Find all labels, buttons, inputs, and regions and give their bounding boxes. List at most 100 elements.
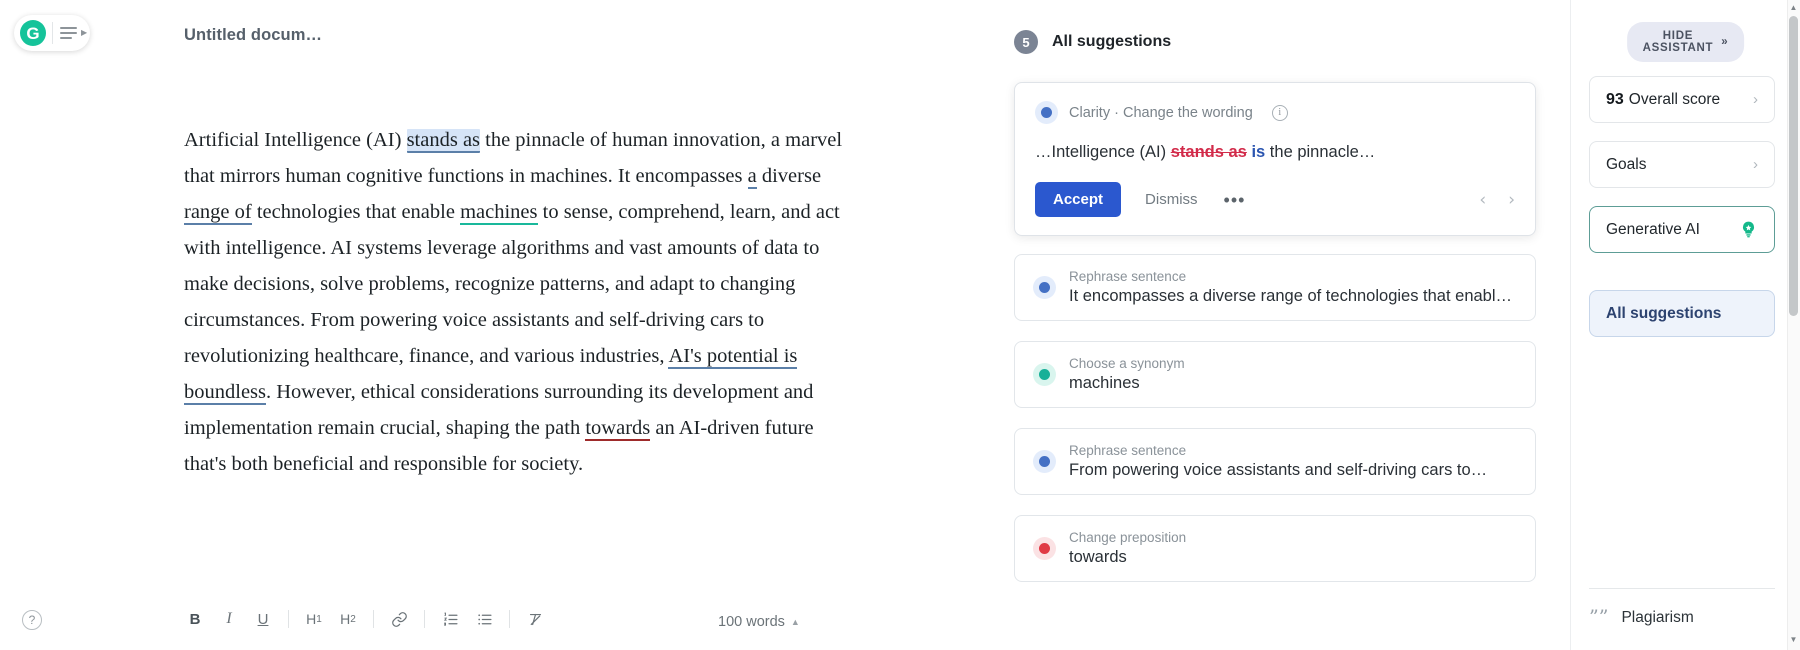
- editor-pane: G ▶ Untitled docum… Artificial Intellige…: [0, 0, 1000, 650]
- list-item-category: Rephrase sentence: [1069, 269, 1187, 284]
- h2-letter: H: [340, 611, 351, 627]
- accept-button[interactable]: Accept: [1035, 182, 1122, 217]
- sentence-replacement-text: is: [1251, 143, 1266, 161]
- list-item[interactable]: Change preposition towards: [1014, 515, 1536, 582]
- list-item-category: Choose a synonym: [1069, 356, 1185, 371]
- info-icon[interactable]: i: [1271, 104, 1288, 121]
- sidebar-item-all-suggestions[interactable]: All suggestions: [1589, 290, 1775, 337]
- sidebar-item-plagiarism[interactable]: ”” Plagiarism: [1589, 608, 1694, 627]
- list-item-category: Change preposition: [1069, 530, 1187, 545]
- h2-digit: 2: [350, 613, 356, 625]
- clarity-category-icon: [1033, 450, 1056, 473]
- scroll-up-icon[interactable]: ▲: [1789, 4, 1798, 12]
- lightbulb-icon: [1739, 220, 1758, 239]
- plagiarism-label: Plagiarism: [1621, 608, 1694, 626]
- suggestion-list: Rephrase sentence It encompasses a diver…: [1014, 254, 1536, 602]
- document-body[interactable]: Artificial Intelligence (AI) stands as t…: [184, 122, 856, 482]
- toolbar-divider: [373, 610, 374, 628]
- overall-score-value: 93: [1606, 90, 1624, 108]
- clear-formatting-icon[interactable]: [518, 604, 552, 634]
- scroll-down-icon[interactable]: ▼: [1789, 636, 1798, 644]
- goals-label: Goals: [1606, 155, 1647, 173]
- overall-score-label: Overall score: [1628, 90, 1721, 108]
- hide-assistant-label: HIDE ASSISTANT: [1642, 30, 1714, 54]
- grammarly-editor-app: G ▶ Untitled docum… Artificial Intellige…: [0, 0, 1800, 650]
- heading1-button[interactable]: H1: [297, 604, 331, 634]
- previous-suggestion-icon[interactable]: ‹: [1479, 190, 1486, 210]
- synonym-category-icon: [1033, 363, 1056, 386]
- suggestions-header: 5 All suggestions: [1014, 30, 1171, 54]
- chevron-right-icon[interactable]: ▶: [81, 29, 87, 37]
- suggestions-pane: 5 All suggestions Clarity · Change the w…: [1000, 0, 1570, 650]
- underline-machines[interactable]: machines: [460, 201, 538, 225]
- chevron-right-icon: ›: [1753, 156, 1758, 173]
- clarity-category-icon: [1035, 101, 1058, 124]
- dismiss-button[interactable]: Dismiss: [1139, 182, 1204, 217]
- numbered-list-icon[interactable]: [433, 604, 467, 634]
- sentence-prefix: …Intelligence (AI): [1035, 143, 1171, 161]
- chevron-right-icon: ›: [1753, 91, 1758, 108]
- generative-ai-card[interactable]: Generative AI: [1589, 206, 1775, 253]
- help-icon[interactable]: ?: [22, 610, 42, 630]
- scrollbar-thumb[interactable]: [1789, 16, 1798, 316]
- list-item[interactable]: Rephrase sentence It encompasses a diver…: [1014, 254, 1536, 321]
- bullet-list-icon[interactable]: [467, 604, 501, 634]
- formatting-toolbar: B I U H1 H2: [178, 602, 552, 636]
- hamburger-menu-icon[interactable]: [60, 27, 77, 39]
- hide-assistant-button[interactable]: HIDE ASSISTANT »: [1626, 22, 1745, 62]
- logo-menu-pill[interactable]: G ▶: [14, 15, 90, 51]
- text-run: to sense, comprehend, learn, and act wit…: [184, 201, 840, 367]
- toolbar-divider: [424, 610, 425, 628]
- heading2-button[interactable]: H2: [331, 604, 365, 634]
- page-scrollbar[interactable]: ▲ ▼: [1787, 0, 1800, 650]
- highlight-stands-as[interactable]: stands as: [406, 129, 481, 153]
- text-run: diverse: [756, 165, 822, 187]
- h1-digit: 1: [316, 613, 322, 625]
- list-item-text: towards: [1069, 548, 1127, 566]
- assistant-sidebar: HIDE ASSISTANT » 93 Overall score › Goal…: [1570, 0, 1800, 650]
- word-count[interactable]: 100 words ▲: [718, 614, 800, 630]
- generative-ai-label: Generative AI: [1606, 220, 1700, 238]
- more-options-button[interactable]: •••: [1220, 185, 1250, 215]
- word-count-label: 100 words: [718, 614, 785, 630]
- clarity-category-icon: [1033, 276, 1056, 299]
- quote-icon: ””: [1589, 606, 1609, 628]
- grammarly-logo-icon[interactable]: G: [20, 20, 46, 46]
- list-item-text: It encompasses a diverse range of techno…: [1069, 287, 1517, 305]
- card-category-label: Clarity · Change the wording: [1069, 104, 1253, 121]
- next-suggestion-icon[interactable]: ›: [1508, 190, 1515, 210]
- list-item-category: Rephrase sentence: [1069, 443, 1187, 458]
- text-run: Artificial Intelligence (AI): [184, 129, 407, 151]
- sentence-suffix: the pinnacle…: [1265, 143, 1376, 161]
- underline-range-of[interactable]: range of: [184, 201, 252, 225]
- chevrons-right-icon: »: [1721, 36, 1729, 48]
- suggestions-count-badge: 5: [1014, 30, 1038, 54]
- document-paragraph[interactable]: Artificial Intelligence (AI) stands as t…: [184, 122, 856, 482]
- bold-button[interactable]: B: [178, 604, 212, 634]
- overall-score-card[interactable]: 93 Overall score ›: [1589, 76, 1775, 123]
- list-item[interactable]: Rephrase sentence From powering voice as…: [1014, 428, 1536, 495]
- caret-up-icon: ▲: [790, 617, 800, 627]
- correctness-category-icon: [1033, 537, 1056, 560]
- text-run: technologies that enable: [251, 201, 461, 223]
- italic-button[interactable]: I: [212, 604, 246, 634]
- sidebar-divider: [1589, 588, 1775, 589]
- card-sentence: …Intelligence (AI) stands as is the pinn…: [1035, 140, 1515, 164]
- underline-a[interactable]: a: [747, 165, 757, 189]
- h1-letter: H: [306, 611, 317, 627]
- card-navigation: ‹ ›: [1479, 190, 1515, 210]
- underline-button[interactable]: U: [246, 604, 280, 634]
- link-icon[interactable]: [382, 604, 416, 634]
- active-suggestion-card[interactable]: Clarity · Change the wording i …Intellig…: [1014, 82, 1536, 236]
- goals-card[interactable]: Goals ›: [1589, 141, 1775, 188]
- card-actions: Accept Dismiss ••• ‹ ›: [1035, 182, 1515, 217]
- list-item[interactable]: Choose a synonym machines: [1014, 341, 1536, 408]
- divider: [52, 22, 53, 44]
- suggestions-title: All suggestions: [1052, 33, 1172, 50]
- toolbar-divider: [288, 610, 289, 628]
- sentence-removed-text: stands as: [1170, 143, 1247, 161]
- all-suggestions-label: All suggestions: [1606, 304, 1722, 322]
- list-item-text: machines: [1069, 374, 1140, 392]
- document-title[interactable]: Untitled docum…: [184, 26, 322, 45]
- underline-towards[interactable]: towards: [585, 417, 651, 441]
